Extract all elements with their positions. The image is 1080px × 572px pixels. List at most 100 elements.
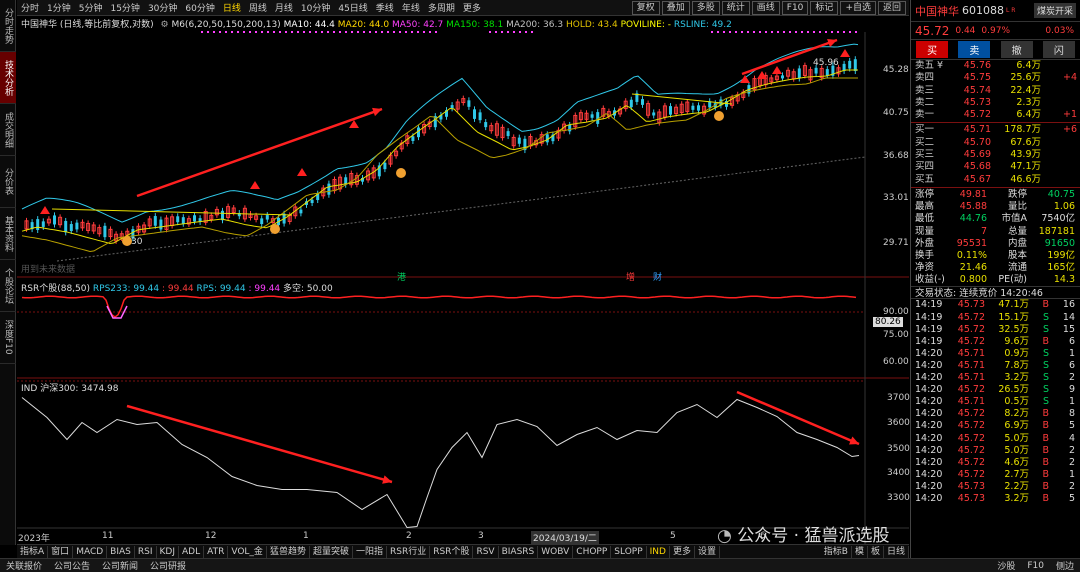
bid-row[interactable]: 买四 45.68 47.1万 (911, 161, 1080, 173)
bid-row[interactable]: 买五 45.67 46.6万 (911, 174, 1080, 186)
ask-row[interactable]: 卖三 45.74 22.4万 (911, 85, 1080, 97)
indicator-tab-12[interactable]: RSR行业 (387, 545, 431, 558)
candle-body (641, 99, 644, 105)
period-tab-1[interactable]: 1分钟 (43, 1, 75, 14)
ind-tick-0: 3700 (887, 393, 910, 403)
trend-arrow-up-1-head (372, 107, 382, 117)
bottom-right-button-2[interactable]: 板 (868, 545, 884, 558)
indicator-tab-9[interactable]: 猛兽趋势 (267, 545, 310, 558)
bottom-right-button-0[interactable]: 指标B (821, 545, 852, 558)
status-right-1[interactable]: F10 (1021, 561, 1050, 571)
indicator-tab-10[interactable]: 超量突破 (310, 545, 353, 558)
ask-row[interactable]: 卖二 45.73 2.3万 (911, 97, 1080, 109)
toolbar-button-8[interactable]: 返回 (877, 0, 906, 15)
signal-dot (405, 31, 407, 33)
toolbar-button-6[interactable]: 标记 (810, 0, 839, 15)
toolbar-button-5[interactable]: F10 (781, 0, 809, 15)
indicator-tab-4[interactable]: RSI (135, 545, 157, 558)
bid-row[interactable]: 买一 45.71 178.7万 +6 (911, 124, 1080, 136)
period-tab-7[interactable]: 周线 (245, 1, 271, 14)
period-tab-2[interactable]: 5分钟 (75, 1, 107, 14)
tick-list[interactable]: 14:19 45.73 47.1万 B 16 14:19 45.72 15.1万 S 14 14:1… (911, 299, 1080, 505)
period-tab-14[interactable]: 更多 (459, 1, 485, 14)
indicator-tab-21[interactable]: 设置 (695, 545, 721, 558)
bid-price: 45.69 (963, 149, 991, 161)
bottom-right-button-3[interactable]: 日线 (884, 545, 909, 558)
buy-button[interactable]: 买 (916, 41, 949, 58)
sidebar-tab-1[interactable]: 技术分析 (0, 52, 16, 104)
watermark-text: 用到未来数据 (21, 265, 76, 275)
period-tab-8[interactable]: 月线 (271, 1, 297, 14)
sidebar-tab-4[interactable]: 基本资料 (0, 208, 16, 260)
flash-order-button[interactable]: 闪 (1042, 41, 1075, 58)
quote-value: 165亿 (1047, 262, 1075, 274)
indicator-tab-7[interactable]: ATR (204, 545, 229, 558)
status-link-1[interactable]: 公司公告 (48, 559, 96, 572)
tick-volume: 6.9万 (1004, 420, 1029, 432)
indicator-tab-1[interactable]: 窗口 (48, 545, 74, 558)
status-link-2[interactable]: 公司新闻 (96, 559, 144, 572)
status-link-0[interactable]: 关联报价 (0, 559, 48, 572)
status-right-0[interactable]: 沙股 (991, 559, 1021, 572)
cancel-order-button[interactable]: 撤 (1000, 41, 1033, 58)
candle-body (327, 183, 331, 195)
period-tab-0[interactable]: 分时 (17, 1, 43, 14)
hold-signal-marker (396, 168, 406, 178)
toolbar-button-1[interactable]: 叠加 (661, 0, 690, 15)
indicator-tab-6[interactable]: ADL (179, 545, 205, 558)
ask-row[interactable]: 卖四 45.75 25.6万 +4 (911, 72, 1080, 84)
period-tab-5[interactable]: 60分钟 (181, 1, 218, 14)
toolbar-button-3[interactable]: 统计 (721, 0, 750, 15)
toolbar-button-2[interactable]: 多股 (691, 0, 720, 15)
bid-row[interactable]: 买三 45.69 43.9万 (911, 149, 1080, 161)
quote-value: 40.75 (1047, 188, 1075, 200)
toolbar-button-0[interactable]: 复权 (631, 0, 660, 15)
x-label-5: 3 (478, 531, 484, 541)
indicator-tab-16[interactable]: WOBV (538, 545, 574, 558)
status-link-3[interactable]: 公司研报 (144, 559, 192, 572)
bid-row[interactable]: 买二 45.70 67.6万 (911, 137, 1080, 149)
period-tab-9[interactable]: 10分钟 (297, 1, 334, 14)
marker-cai: 财 (653, 273, 663, 283)
period-tab-6[interactable]: 日线 (219, 1, 245, 14)
period-tab-11[interactable]: 季线 (372, 1, 398, 14)
period-tabs: 分时 1分钟 5分钟 15分钟 30分钟 60分钟 日线 周线 月线 10分钟 45日线 季线 年线 多周… (17, 1, 485, 14)
toolbar-button-7[interactable]: +自选 (840, 0, 876, 15)
sidebar-tab-2[interactable]: 成交明细 (0, 104, 16, 156)
period-tab-4[interactable]: 30分钟 (144, 1, 181, 14)
board-label[interactable]: 煤炭开采 (1033, 3, 1076, 18)
period-tab-13[interactable]: 多周期 (424, 1, 459, 14)
indicator-tab-20[interactable]: 更多 (670, 545, 695, 558)
quote-label: 总量 (1007, 225, 1027, 237)
indicator-tab-14[interactable]: RSV (473, 545, 499, 558)
status-right-2[interactable]: 侧边 (1050, 559, 1080, 572)
bottom-right-button-1[interactable]: 模 (852, 545, 868, 558)
period-tab-12[interactable]: 年线 (398, 1, 424, 14)
sidebar-tab-3[interactable]: 分价表 (0, 156, 16, 208)
sidebar-tab-6[interactable]: 深度F10 (0, 312, 16, 364)
signal-dot (315, 31, 317, 33)
indicator-tab-11[interactable]: 一阳指 (353, 545, 387, 558)
indicator-tab-2[interactable]: MACD (73, 545, 108, 558)
indicator-tab-19[interactable]: IND (647, 545, 670, 558)
period-tab-10[interactable]: 45日线 (334, 1, 371, 14)
tick-volume: 2.7万 (1004, 468, 1029, 480)
indicator-tab-5[interactable]: KDJ (157, 545, 179, 558)
indicator-tab-15[interactable]: BIASRS (499, 545, 539, 558)
chart-canvas[interactable] (17, 16, 909, 544)
kline-chart-area[interactable]: 中国神华 (日线,等比前复权,对数) ⚙ M6(6,20,50,150,200,… (17, 16, 910, 546)
indicator-tab-3[interactable]: BIAS (107, 545, 135, 558)
ask-row[interactable]: 卖五 ¥ 45.76 6.4万 (911, 60, 1080, 72)
indicator-tab-13[interactable]: RSR个股 (430, 545, 474, 558)
indicator-tab-17[interactable]: CHOPP (573, 545, 612, 558)
gear-icon[interactable]: ⚙ (160, 20, 168, 30)
sidebar-tab-0[interactable]: 分时走势 (0, 0, 16, 52)
sell-button[interactable]: 卖 (958, 41, 991, 58)
indicator-tab-0[interactable]: 指标A (17, 545, 49, 558)
indicator-tab-18[interactable]: SLOPP (611, 545, 647, 558)
toolbar-button-4[interactable]: 画线 (751, 0, 780, 15)
period-tab-3[interactable]: 15分钟 (106, 1, 143, 14)
ask-row[interactable]: 卖一 45.72 6.4万 +1 (911, 109, 1080, 121)
indicator-tab-8[interactable]: VOL_金 (228, 545, 267, 558)
sidebar-tab-5[interactable]: 个股论坛 (0, 260, 16, 312)
